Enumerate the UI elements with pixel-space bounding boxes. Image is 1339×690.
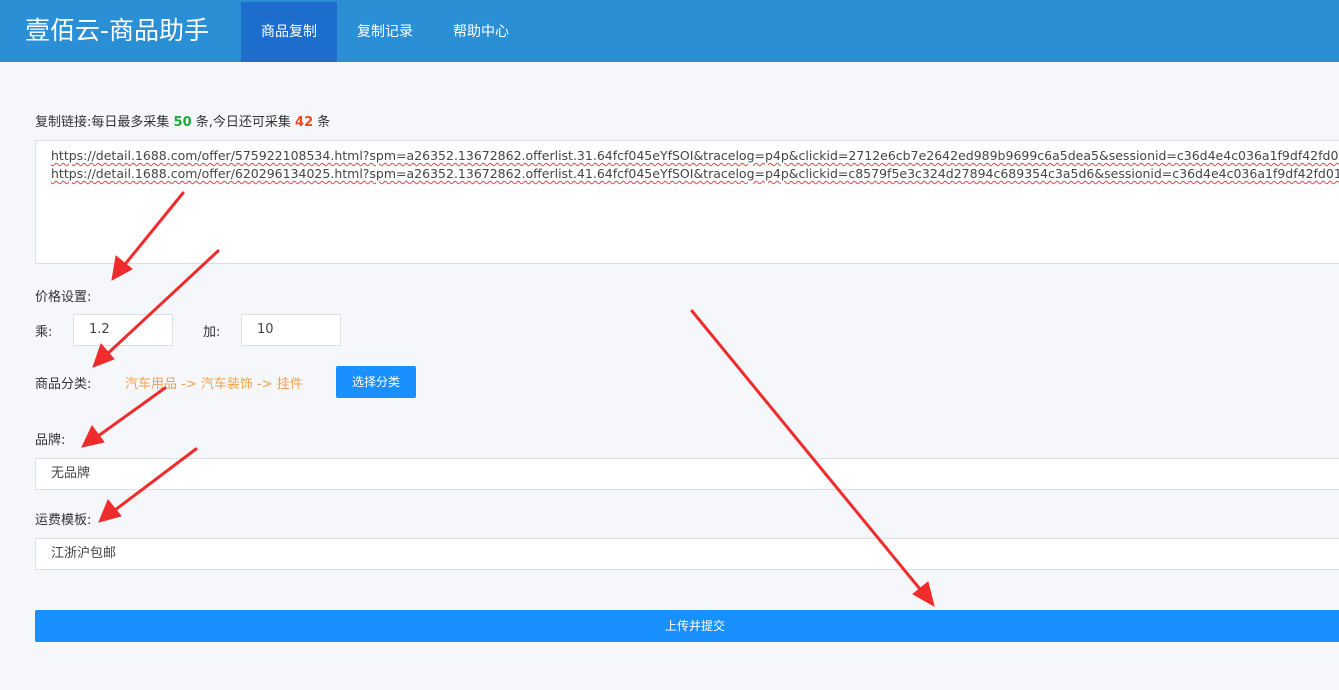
remaining-count: 42 bbox=[295, 115, 314, 130]
multiply-label: 乘: bbox=[35, 325, 53, 340]
copy-links-label-prefix: 复制链接:每日最多采集 bbox=[35, 115, 170, 130]
link-line: https://detail.1688.com/offer/6202961340… bbox=[51, 166, 1339, 181]
upload-submit-button[interactable]: 上传并提交 bbox=[35, 610, 1339, 642]
multiply-input[interactable]: 1.2 bbox=[73, 314, 173, 346]
add-input[interactable]: 10 bbox=[241, 314, 341, 346]
category-label: 商品分类: bbox=[35, 377, 92, 392]
daily-max-count: 50 bbox=[173, 115, 192, 130]
brand-select[interactable]: 无品牌 bbox=[35, 458, 1339, 490]
arrow-head bbox=[92, 343, 115, 368]
arrow-head bbox=[912, 581, 935, 608]
link-line: https://detail.1688.com/offer/5759221085… bbox=[51, 148, 1339, 163]
copy-links-label-middle: 条,今日还可采集 bbox=[195, 115, 291, 130]
arrow-head bbox=[98, 499, 122, 523]
shipping-template-label: 运费模板: bbox=[35, 513, 92, 528]
arrow-to-brand-label bbox=[92, 386, 167, 441]
copy-links-label: 复制链接:每日最多采集 50 条,今日还可采集 42 条 bbox=[35, 111, 330, 130]
category-path: 汽车用品 -> 汽车装饰 -> 挂件 bbox=[125, 377, 303, 392]
copy-links-label-suffix: 条 bbox=[317, 115, 331, 130]
price-settings-label: 价格设置: bbox=[35, 290, 92, 305]
brand-label: 品牌: bbox=[35, 433, 66, 448]
nav-tab-product-copy[interactable]: 商品复制 bbox=[241, 2, 337, 62]
arrow-head bbox=[81, 425, 105, 448]
annotation-arrows bbox=[81, 191, 935, 608]
nav-tab-copy-history[interactable]: 复制记录 bbox=[337, 2, 433, 62]
copy-links-textarea[interactable]: https://detail.1688.com/offer/5759221085… bbox=[35, 140, 1339, 264]
add-label: 加: bbox=[203, 325, 221, 340]
select-category-button[interactable]: 选择分类 bbox=[336, 366, 416, 398]
app-brand-title: 壹佰云-商品助手 bbox=[25, 16, 210, 45]
nav-tab-help-center[interactable]: 帮助中心 bbox=[433, 2, 529, 62]
shipping-template-select[interactable]: 江浙沪包邮 bbox=[35, 538, 1339, 570]
top-navbar: 壹佰云-商品助手 商品复制 复制记录 帮助中心 bbox=[0, 0, 1339, 62]
